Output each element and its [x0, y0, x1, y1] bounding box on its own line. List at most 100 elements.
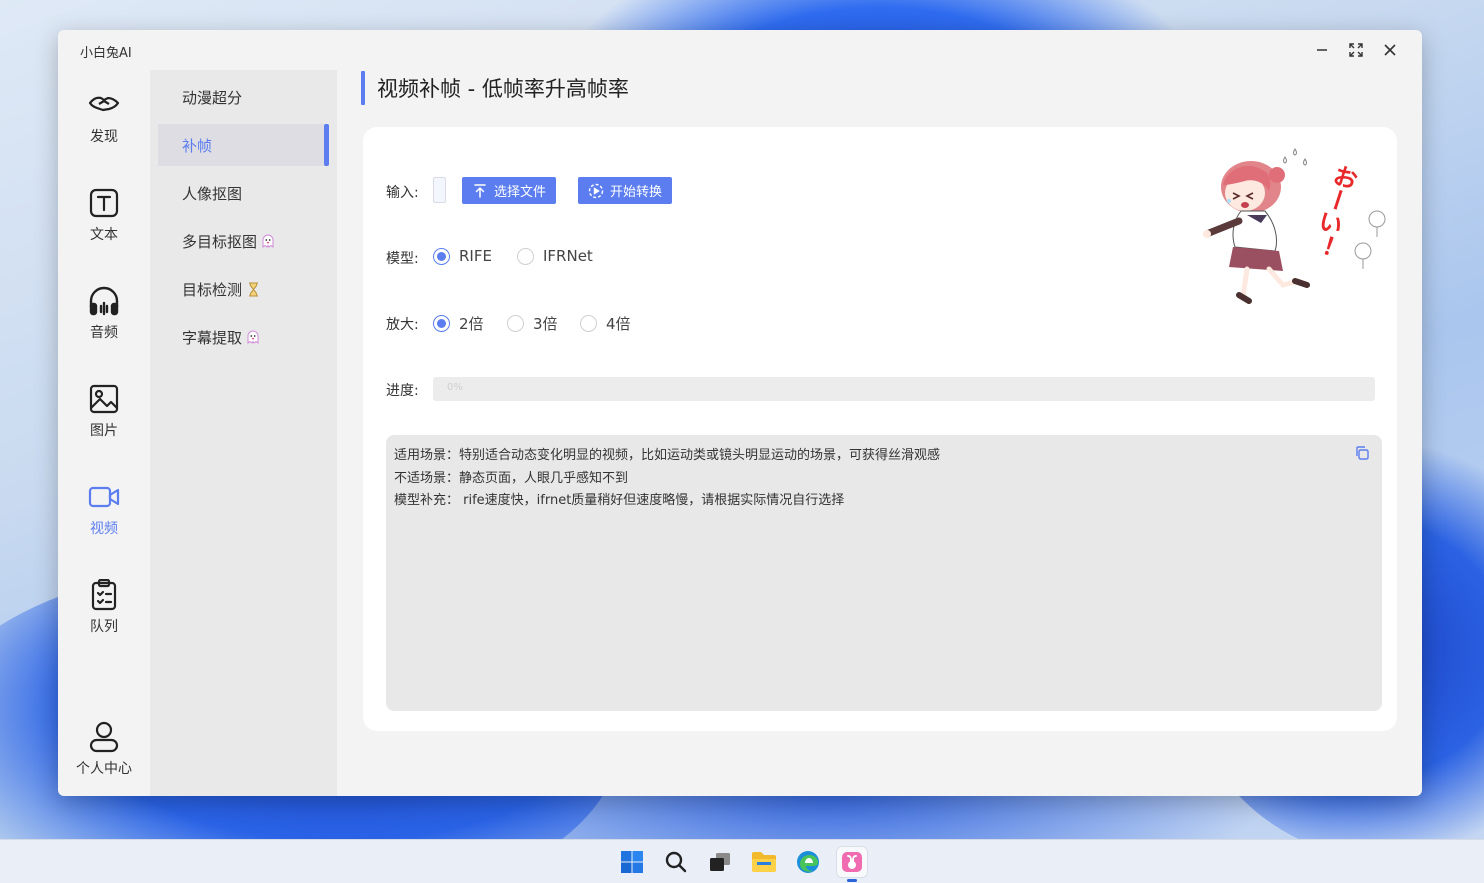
maximize-button[interactable]: [1343, 38, 1369, 62]
clipboard-icon: [87, 578, 121, 612]
nav-label: 个人中心: [76, 761, 132, 777]
select-file-label: 选择文件: [494, 184, 547, 199]
app-title: 小白兔AI: [80, 46, 132, 61]
user-icon: [87, 720, 121, 754]
windows-start-icon: [621, 850, 643, 873]
ghost-icon: [261, 233, 275, 249]
submenu-item-portrait-matting[interactable]: 人像抠图: [158, 172, 329, 214]
nav-item-discover[interactable]: 发现: [58, 88, 150, 168]
text-icon: [87, 186, 121, 220]
minimize-button[interactable]: [1309, 38, 1335, 62]
progress-bar: 0%: [433, 377, 1375, 401]
file-explorer-button[interactable]: [749, 847, 779, 877]
start-convert-label: 开始转换: [610, 184, 663, 199]
submenu-label: 补帧: [182, 136, 213, 155]
submenu-item-multi-matting[interactable]: 多目标抠图: [158, 220, 329, 262]
radio-label: 2倍: [459, 315, 484, 333]
search-icon: [665, 851, 687, 872]
xiaobaitu-app-button[interactable]: [837, 846, 867, 882]
model-radio-ifrnet[interactable]: IFRNet: [517, 247, 593, 265]
taskbar: [0, 839, 1484, 883]
select-file-button[interactable]: 选择文件: [462, 177, 557, 204]
radio-indicator: [433, 315, 450, 332]
xiaobaitu-app-icon: [842, 851, 862, 872]
maximize-icon: [1349, 43, 1363, 57]
frame-interp-panel: 输入: 选择文件 开始转换 模型: RIFE IFRNet 放大: 2倍 3倍 …: [363, 127, 1397, 731]
primary-nav: 发现 文本 音频 图片 视频 队列 个人中心: [58, 70, 150, 796]
progress-text: 0%: [447, 382, 463, 393]
title-accent-bar: [361, 71, 365, 105]
start-convert-button[interactable]: 开始转换: [578, 177, 673, 204]
headphones-icon: [87, 284, 121, 318]
nav-label: 图片: [90, 423, 118, 439]
start-button[interactable]: [617, 847, 647, 877]
submenu-item-frame-interp[interactable]: 补帧: [158, 124, 329, 166]
submenu-label: 人像抠图: [182, 184, 243, 203]
radio-label: 4倍: [606, 315, 631, 333]
nav-item-profile[interactable]: 个人中心: [58, 720, 150, 796]
submenu-item-object-detection[interactable]: 目标检测: [158, 268, 329, 310]
task-view-button[interactable]: [705, 847, 735, 877]
scale-radio-4x[interactable]: 4倍: [580, 313, 631, 334]
video-icon: [87, 480, 121, 514]
nav-item-video[interactable]: 视频: [58, 480, 150, 560]
submenu-label: 多目标抠图: [182, 232, 258, 251]
scale-label: 放大:: [386, 317, 419, 333]
close-icon: [1384, 44, 1396, 56]
radio-indicator: [517, 247, 534, 265]
app-window: 小白兔AI 发现 文本 音频 图片 视频 队列 个人中心 动漫超分 补帧 人像抠…: [58, 30, 1422, 796]
edge-browser-icon: [797, 850, 819, 873]
note-line: 不适场景：静态页面，人眼几乎感知不到: [394, 470, 629, 486]
taskbar-search-button[interactable]: [661, 847, 691, 877]
title-bar: 小白兔AI: [58, 30, 1422, 70]
mascot-caption: おーい！: [1304, 161, 1360, 261]
radio-label: IFRNet: [543, 247, 593, 265]
page-title: 视频补帧 - 低帧率升高帧率: [377, 77, 629, 101]
progress-label: 进度:: [386, 383, 419, 399]
nav-item-text[interactable]: 文本: [58, 186, 150, 266]
nav-label: 视频: [90, 521, 118, 537]
mascot-illustration: おーい！: [1189, 135, 1389, 315]
note-line: 模型补充： rife速度快，ifrnet质量稍好但速度略慢，请根据实际情况自行选…: [394, 493, 845, 508]
handshake-icon: [87, 88, 121, 122]
radio-indicator: [507, 315, 524, 332]
radio-indicator: [433, 247, 450, 265]
nav-label: 文本: [90, 227, 118, 243]
submenu-label: 字幕提取: [182, 328, 243, 347]
video-submenu: 动漫超分 补帧 人像抠图 多目标抠图 目标检测 字幕提取: [150, 70, 337, 796]
page-header: 视频补帧 - 低帧率升高帧率: [361, 70, 629, 106]
nav-label: 发现: [90, 129, 118, 145]
usage-notes: 适用场景：特别适合动态变化明显的视频，比如运动类或镜头明显运动的场景，可获得丝滑…: [386, 435, 1382, 711]
note-line: 适用场景：特别适合动态变化明显的视频，比如运动类或镜头明显运动的场景，可获得丝滑…: [394, 448, 941, 463]
submenu-label: 动漫超分: [182, 88, 243, 107]
ghost-icon: [246, 329, 260, 345]
nav-label: 队列: [90, 619, 118, 635]
submenu-item-subtitle-extract[interactable]: 字幕提取: [158, 316, 329, 358]
model-radio-rife[interactable]: RIFE: [433, 247, 492, 265]
convert-icon: [588, 183, 604, 199]
nav-label: 音频: [90, 325, 118, 341]
task-view-icon: [710, 852, 730, 871]
copy-button[interactable]: [1354, 445, 1372, 463]
upload-icon: [472, 183, 488, 199]
submenu-label: 目标检测: [182, 280, 243, 299]
minimize-icon: [1317, 49, 1327, 51]
model-label: 模型:: [386, 251, 419, 267]
scale-radio-3x[interactable]: 3倍: [507, 313, 558, 334]
input-label: 输入:: [386, 185, 419, 201]
submenu-item-anime-upscale[interactable]: 动漫超分: [158, 76, 329, 118]
nav-item-image[interactable]: 图片: [58, 382, 150, 462]
image-icon: [87, 382, 121, 416]
file-explorer-icon: [752, 851, 776, 872]
radio-label: 3倍: [533, 315, 558, 333]
file-path-field[interactable]: [433, 177, 446, 203]
hourglass-icon: [246, 281, 260, 297]
scale-radio-2x[interactable]: 2倍: [433, 313, 484, 334]
close-button[interactable]: [1377, 38, 1403, 62]
radio-indicator: [580, 315, 597, 332]
edge-browser-button[interactable]: [793, 847, 823, 877]
nav-item-queue[interactable]: 队列: [58, 578, 150, 658]
copy-icon: [1356, 446, 1369, 460]
radio-label: RIFE: [459, 247, 492, 265]
nav-item-audio[interactable]: 音频: [58, 284, 150, 364]
